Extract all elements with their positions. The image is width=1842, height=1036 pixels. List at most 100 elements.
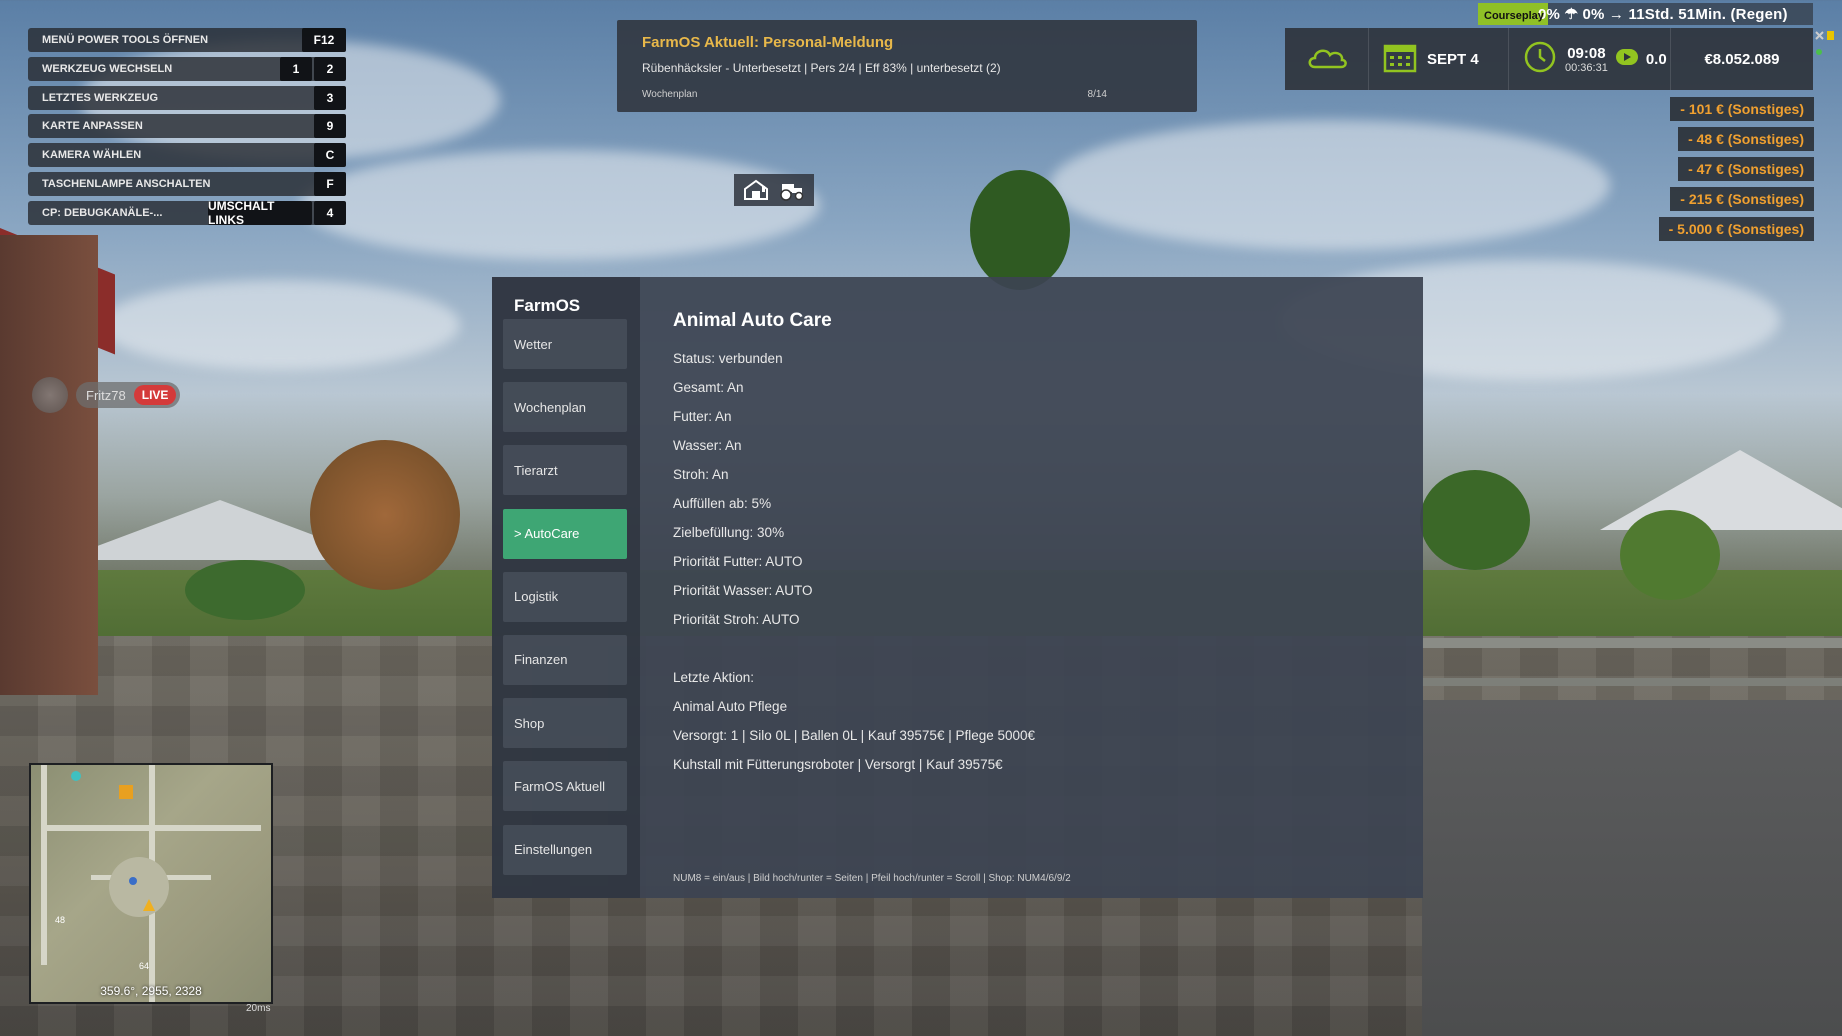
time-text: 09:08 [1567, 44, 1606, 62]
key-cap: 2 [314, 56, 346, 81]
field-number: 64 [139, 961, 150, 971]
hud-panel: SEPT 4 09:08 00:36:31 0.0 €8.052.089 [1285, 28, 1813, 90]
streamer-name: Fritz78 [86, 387, 126, 403]
key-cap: 9 [314, 114, 346, 139]
notification-text: Rübenhäcksler - Unterbesetzt | Pers 2/4 … [642, 61, 1001, 75]
farmos-window: FarmOS Wetter Wochenplan Tierarzt > Auto… [492, 277, 1423, 898]
menu-item-wochenplan[interactable]: Wochenplan [503, 382, 627, 433]
hud-date: SEPT 4 [1369, 28, 1509, 90]
tree [310, 440, 460, 590]
tree [1620, 510, 1720, 600]
field-number: 48 [55, 915, 66, 925]
menu-item-autocare[interactable]: > AutoCare [503, 508, 627, 559]
notification-footer: Wochenplan 8/14 [642, 89, 1172, 100]
menu-item-tierarzt[interactable]: Tierarzt [503, 445, 627, 496]
status-line: Status: verbunden [673, 351, 783, 366]
keybind-label: CP: DEBUGKANÄLE-... [42, 206, 163, 219]
menu-item-finanzen[interactable]: Finanzen [503, 634, 627, 685]
poi-marker-icon [129, 877, 137, 885]
last-action-line: Kuhstall mit Fütterungsroboter | Versorg… [673, 757, 1003, 772]
hud-weather [1285, 28, 1369, 90]
setting-line: Priorität Wasser: AUTO [673, 583, 813, 598]
side-status-icons [1814, 28, 1836, 68]
key-cap: C [314, 143, 346, 168]
cloud [100, 280, 460, 370]
minimap[interactable]: 48 64 359.6°, 2955, 2328 [29, 763, 273, 1004]
key-cap: UMSCHALT LINKS [208, 199, 312, 227]
notification-panel: FarmOS Aktuell: Personal-Meldung Rübenhä… [617, 20, 1197, 112]
keybind-panel: MENÜ POWER TOOLS ÖFFNEN F12 WERKZEUG WEC… [28, 28, 346, 230]
page-title: Animal Auto Care [673, 310, 832, 331]
streamer-pill: Fritz78 LIVE [76, 382, 181, 408]
farmos-content: Animal Auto Care Status: verbunden Gesam… [640, 277, 1423, 898]
controls-hint: NUM8 = ein/aus | Bild hoch/runter = Seit… [673, 873, 1071, 884]
keybind-row: CP: DEBUGKANÄLE-... UMSCHALT LINKS 4 [28, 199, 346, 227]
keybind-label: LETZTES WERKZEUG [42, 91, 159, 104]
hud-money: €8.052.089 [1671, 28, 1813, 90]
key-cap: F12 [302, 28, 346, 52]
menu-item-einstellungen[interactable]: Einstellungen [503, 824, 627, 875]
expense-item: - 47 € (Sonstiges) [1678, 157, 1814, 181]
minimap-coords: 359.6°, 2955, 2328 [100, 984, 202, 998]
setting-line: Stroh: An [673, 467, 729, 482]
expense-item: - 215 € (Sonstiges) [1670, 187, 1814, 211]
keybind-row: KARTE ANPASSEN 9 [28, 114, 346, 139]
setting-line: Wasser: An [673, 438, 742, 453]
money-text: €8.052.089 [1704, 50, 1780, 68]
keybind-label: KAMERA WÄHLEN [42, 149, 142, 162]
keybind-label: WERKZEUG WECHSELN [42, 62, 173, 75]
farmos-sidebar: FarmOS Wetter Wochenplan Tierarzt > Auto… [492, 277, 640, 898]
courseplay-label: Courseplay [1484, 10, 1544, 22]
quick-icon-bar [734, 174, 814, 206]
mountain [1600, 450, 1842, 530]
setting-line: Priorität Stroh: AUTO [673, 612, 800, 627]
keybind-row: MENÜ POWER TOOLS ÖFFNEN F12 [28, 28, 346, 52]
live-badge: LIVE [133, 385, 177, 405]
clock-icon [1523, 40, 1557, 79]
menu-item-wetter[interactable]: Wetter [503, 319, 627, 369]
road [1422, 700, 1842, 1036]
date-text: SEPT 4 [1427, 50, 1479, 68]
expense-item: - 5.000 € (Sonstiges) [1658, 217, 1814, 241]
tree [1420, 470, 1530, 570]
notification-title: FarmOS Aktuell: Personal-Meldung [642, 34, 894, 51]
player-arrow-icon [143, 899, 155, 911]
cloud [1050, 120, 1610, 250]
keybind-label: KARTE ANPASSEN [42, 120, 143, 133]
key-cap: 4 [314, 200, 346, 225]
poi-marker-icon [71, 771, 81, 781]
time-block: 09:08 00:36:31 [1565, 45, 1608, 74]
hud-time: 09:08 00:36:31 0.0 [1509, 28, 1671, 90]
expense-item: - 48 € (Sonstiges) [1678, 127, 1814, 151]
setting-line: Gesamt: An [673, 380, 744, 395]
cloud-icon [1305, 43, 1349, 76]
keybind-label: TASCHENLAMPE ANSCHALTEN [42, 177, 211, 190]
tractor-icon[interactable] [778, 178, 806, 202]
farm-building-icon[interactable] [742, 178, 770, 202]
keybind-row: KAMERA WÄHLEN C [28, 143, 346, 168]
key-cap: F [314, 171, 346, 196]
last-action-label: Letzte Aktion: [673, 670, 755, 685]
minimap-yard [109, 857, 169, 917]
keybind-label: MENÜ POWER TOOLS ÖFFNEN [42, 34, 209, 46]
setting-line: Auffüllen ab: 5% [673, 496, 772, 511]
minimap-road [41, 765, 47, 965]
menu-item-logistik[interactable]: Logistik [503, 571, 627, 622]
expense-list: - 101 € (Sonstiges) - 48 € (Sonstiges) -… [1658, 97, 1814, 241]
barn [0, 235, 98, 695]
key-cap: 1 [280, 56, 312, 81]
keybind-row: WERKZEUG WECHSELN 1 2 [28, 56, 346, 81]
setting-line: Priorität Futter: AUTO [673, 554, 803, 569]
speed-text: 0.0 [1645, 50, 1667, 68]
menu-item-farmos-aktuell[interactable]: FarmOS Aktuell [503, 761, 627, 812]
farmos-menu: Wetter Wochenplan Tierarzt > AutoCare Lo… [503, 319, 627, 888]
menu-item-shop[interactable]: Shop [503, 698, 627, 749]
avatar [32, 377, 68, 413]
notification-counter: 8/14 [1087, 89, 1107, 100]
last-action-line: Versorgt: 1 | Silo 0L | Ballen 0L | Kauf… [673, 728, 1036, 743]
tree [970, 170, 1070, 290]
fence [1422, 638, 1842, 686]
keybind-row: TASCHENLAMPE ANSCHALTEN F [28, 171, 346, 196]
weather-forecast: 0% ☂ 0% → 11Std. 51Min. (Regen) [1538, 6, 1788, 23]
play-speed-icon[interactable] [1615, 48, 1638, 70]
